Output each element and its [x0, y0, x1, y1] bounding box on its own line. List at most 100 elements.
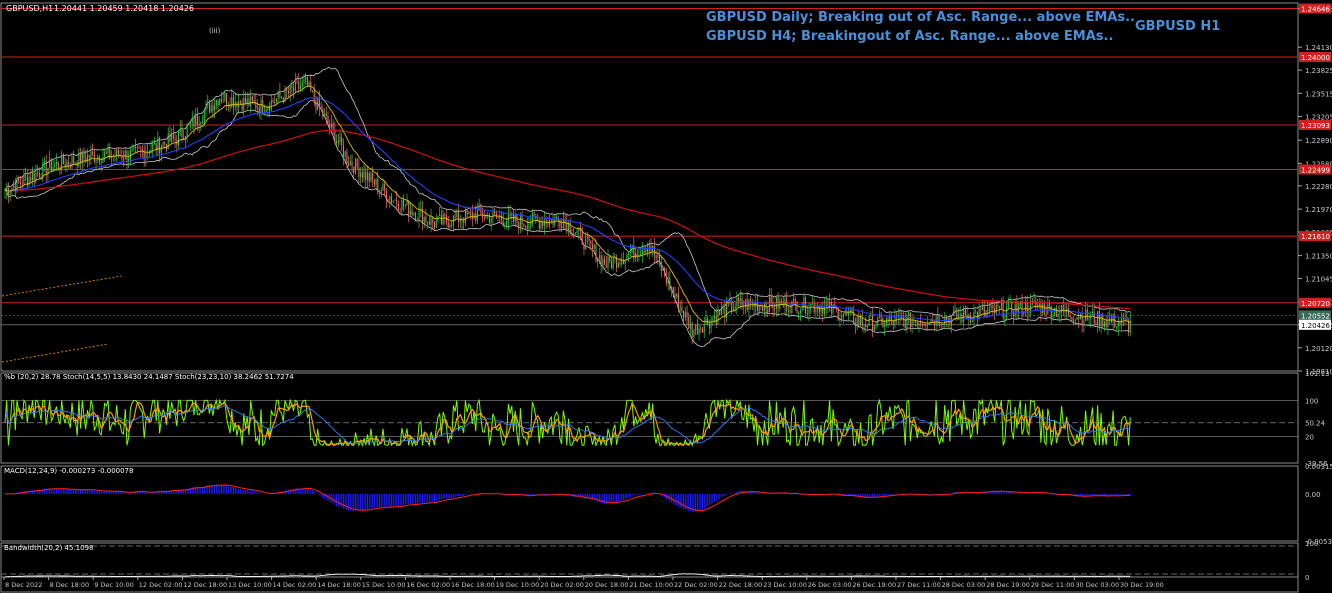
candle-body [985, 310, 987, 316]
candle-body [169, 133, 171, 142]
candle-body [219, 99, 221, 106]
candle-body [911, 320, 913, 327]
time-tick-label: 13 Dec 10:00 [228, 581, 272, 589]
candle-body [446, 216, 448, 223]
candle-body [672, 287, 674, 294]
candle-body [461, 220, 463, 222]
candle-body [56, 162, 58, 165]
candle-body [231, 97, 233, 108]
candle-body [774, 308, 776, 310]
time-tick-label: 28 Dec 19:00 [986, 581, 1030, 589]
candle-body [908, 312, 910, 317]
panel-frame-bw [0, 542, 1299, 578]
time-tick-label: 12 Dec 02:00 [139, 581, 183, 589]
ema-50-line [4, 96, 1131, 322]
candle-body [224, 93, 226, 101]
trend-line[interactable] [1, 343, 109, 363]
candle-body [1045, 313, 1047, 315]
candle-body [275, 98, 277, 103]
candle-body [133, 146, 135, 149]
candle-body [358, 167, 360, 178]
hline-label: 1.24000 [1301, 54, 1330, 62]
candle-body [365, 171, 367, 180]
candle-body [191, 117, 193, 123]
candle-body [83, 151, 85, 159]
candle-body [384, 183, 386, 191]
candle-body [287, 91, 289, 93]
candle-body [391, 196, 393, 202]
candle-body [220, 99, 222, 102]
candle-body [490, 218, 492, 223]
candle-body [339, 137, 341, 143]
candle-body [315, 100, 317, 110]
candle-body [598, 255, 600, 259]
candle-body [751, 302, 753, 304]
candle-body [811, 303, 813, 305]
candle-body [239, 101, 241, 103]
candle-body [956, 309, 958, 319]
candle-body [629, 252, 631, 254]
candle-body [913, 320, 915, 322]
time-tick-label: 19 Dec 10:00 [496, 581, 540, 589]
candle-body [693, 330, 695, 338]
candle-body [1109, 318, 1111, 320]
candle-body [380, 189, 382, 191]
candle-body [492, 211, 494, 219]
time-tick-label: 26 Dec 03:00 [808, 581, 852, 589]
candle-body [1042, 303, 1044, 314]
candle-body [341, 137, 343, 146]
candle-body [597, 258, 599, 262]
candle-body [325, 113, 327, 116]
candle-body [787, 310, 789, 312]
candle-body [260, 99, 262, 113]
candle-body [990, 305, 992, 309]
candle-body [964, 309, 966, 316]
time-tick-label: 16 Dec 18:00 [451, 581, 495, 589]
candle-body [1122, 318, 1124, 319]
stoch-tick-label: 161.13 [1305, 370, 1330, 378]
candle-body [241, 102, 243, 110]
candle-body [671, 287, 673, 290]
candle-body [360, 172, 362, 178]
panel-frame-macd [0, 465, 1299, 542]
candle-body [35, 172, 37, 181]
candle-body [272, 100, 274, 103]
candle-body [178, 132, 180, 145]
candle-body [975, 311, 977, 313]
candle-body [1095, 322, 1097, 325]
candle-body [583, 244, 585, 250]
candle-body [1073, 320, 1075, 321]
candle-body [193, 117, 195, 127]
stoch-tick-label: 100 [1305, 397, 1318, 405]
hline-label: 1.21610 [1301, 233, 1330, 241]
stoch-tick-label: 50.24 [1305, 420, 1326, 428]
candle-body [370, 173, 372, 182]
time-tick-label: 20 Dec 02:00 [540, 581, 584, 589]
candle-body [528, 223, 530, 229]
trend-line[interactable] [1, 275, 123, 297]
time-tick-label: 9 Dec 10:00 [94, 581, 134, 589]
candle-body [870, 315, 872, 317]
candle-body [196, 114, 198, 124]
candle-body [1049, 303, 1051, 307]
candle-body [277, 91, 279, 99]
time-tick-label: 26 Dec 19:00 [852, 581, 896, 589]
chart-canvas[interactable]: 1.246461.241301.238251.235151.232051.228… [0, 0, 1332, 593]
candle-body [573, 233, 575, 236]
candle-body [858, 317, 860, 325]
candle-body [495, 213, 497, 218]
candle-body [425, 216, 427, 222]
candle-body [662, 267, 664, 271]
candle-body [298, 82, 300, 89]
candle-body [348, 162, 350, 166]
candle-body [920, 322, 922, 324]
candle-body [74, 162, 76, 164]
candle-body [748, 299, 750, 310]
candle-body [980, 308, 982, 310]
candle-body [28, 177, 30, 186]
candle-body [57, 162, 59, 169]
candle-body [585, 237, 587, 250]
candle-body [610, 261, 612, 269]
candle-body [612, 258, 614, 269]
candle-body [1103, 321, 1106, 327]
